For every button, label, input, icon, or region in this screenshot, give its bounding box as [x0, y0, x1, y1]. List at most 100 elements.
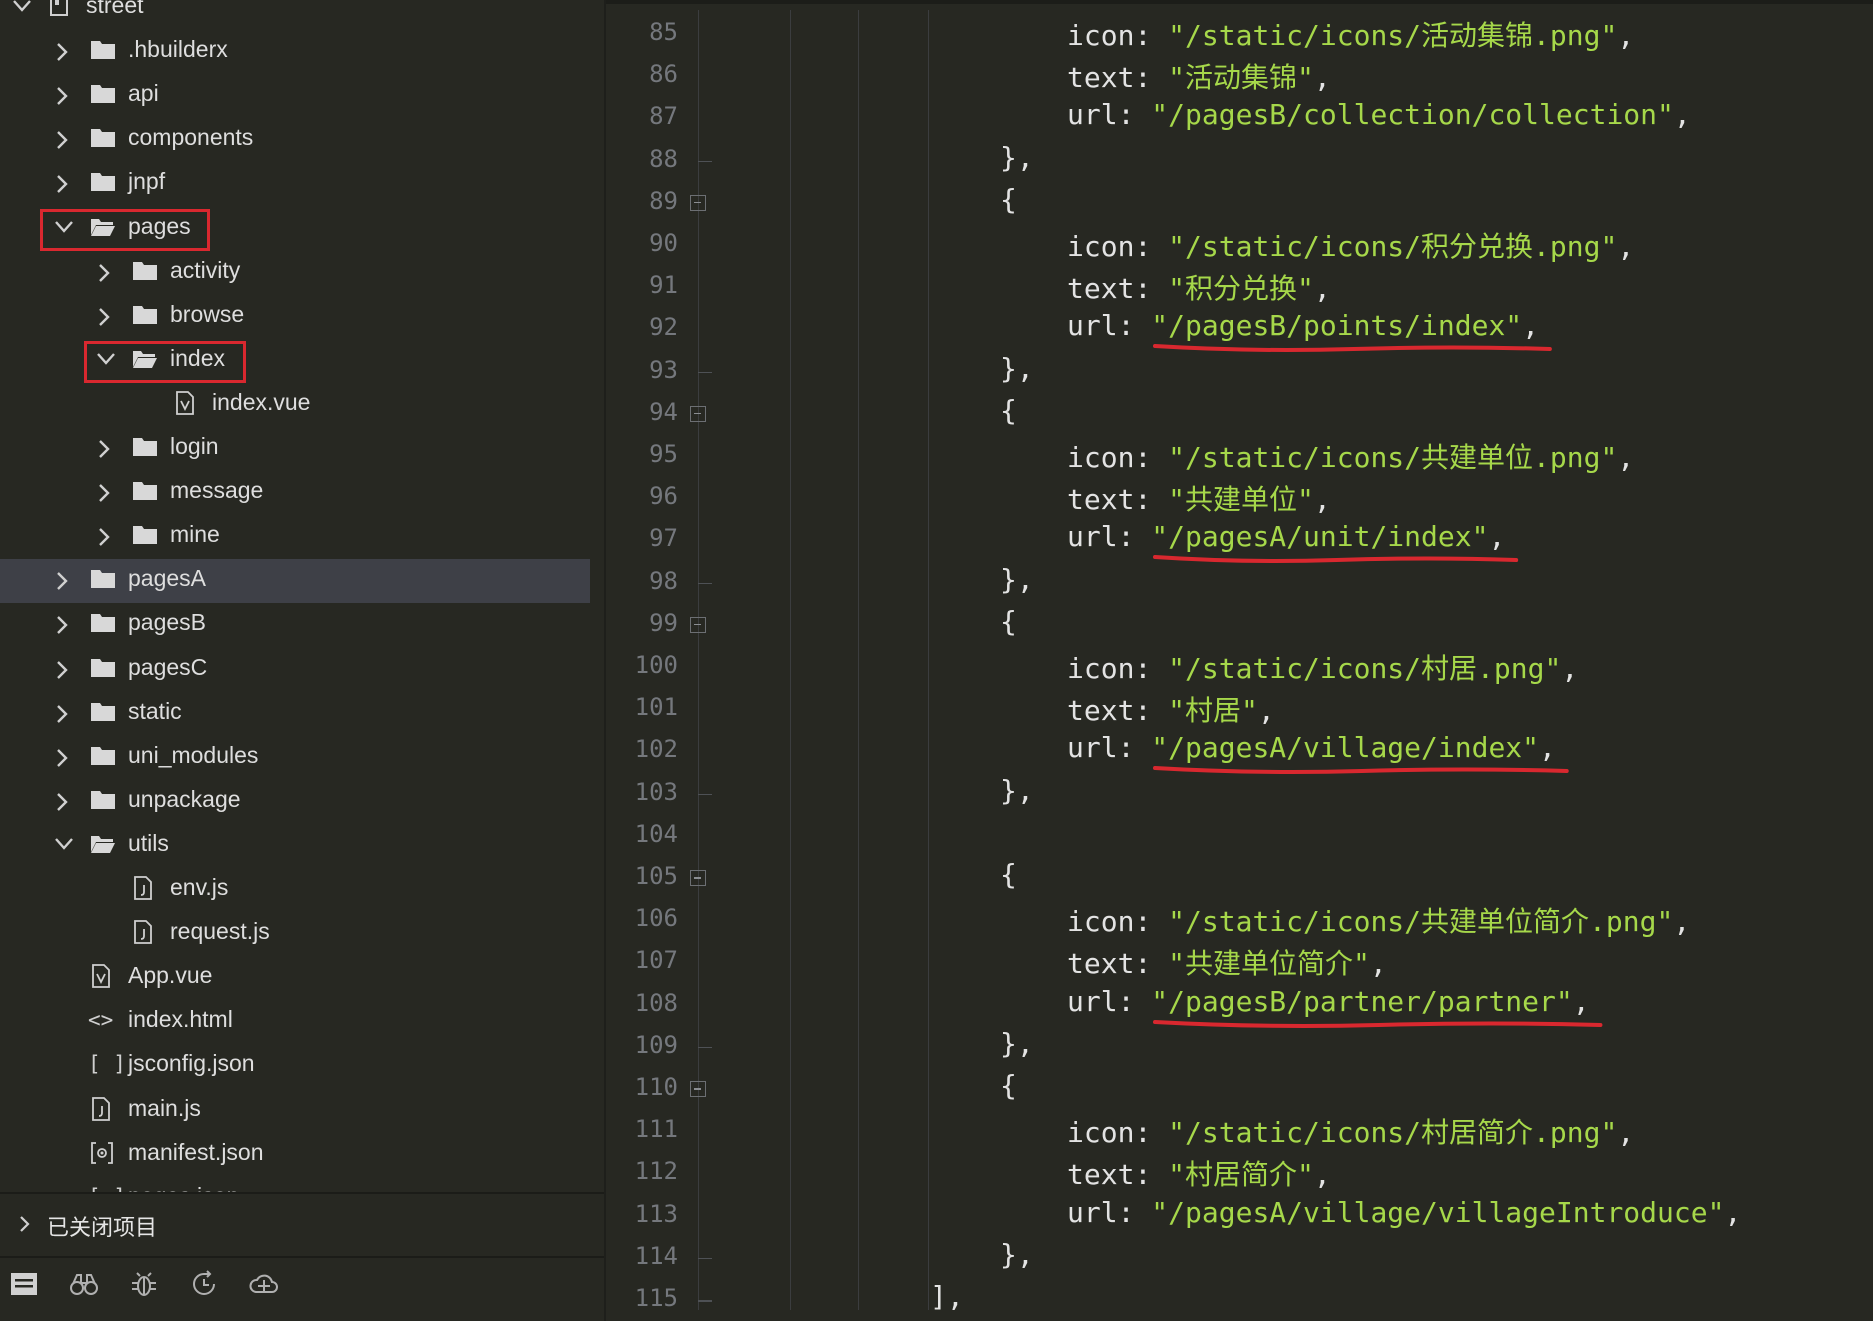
tree-item-label: static: [128, 697, 182, 724]
code-punct: ,: [1522, 309, 1540, 343]
chevron-right-icon[interactable]: [52, 162, 76, 206]
line-number: 115: [634, 1284, 678, 1312]
code-key: text: [1067, 947, 1135, 981]
tree-item-label: index.html: [128, 1006, 233, 1033]
code-colon: :: [1134, 1116, 1169, 1150]
code-colon: :: [1134, 230, 1169, 263]
chevron-right-icon[interactable]: [52, 780, 76, 824]
tree-item-label: components: [128, 124, 254, 151]
tree-item-utils[interactable]: utils: [0, 824, 590, 868]
chevron-right-icon[interactable]: [94, 295, 118, 339]
code-punct: ,: [1673, 98, 1691, 132]
tree-item-message[interactable]: message: [0, 471, 590, 515]
cloud-icon[interactable]: [248, 1270, 288, 1306]
chevron-right-icon[interactable]: [94, 427, 118, 471]
tree-item-pagesc[interactable]: pagesC: [0, 648, 590, 692]
tree-item-static[interactable]: static: [0, 692, 590, 736]
code-key: icon: [1067, 652, 1135, 685]
code-colon: :: [1117, 520, 1152, 554]
tree-item-label: main.js: [128, 1094, 201, 1121]
tree-item-login[interactable]: login: [0, 427, 590, 471]
code-string: "/static/icons/积分兑换.png": [1168, 230, 1618, 263]
tree-item-app-vue[interactable]: App.vue: [0, 956, 590, 1000]
tree-item-jnpf[interactable]: jnpf: [0, 162, 590, 206]
code-key: icon: [1067, 19, 1135, 52]
binoculars-icon[interactable]: [68, 1270, 108, 1306]
tree-item-env-js[interactable]: env.js: [0, 868, 590, 912]
tree-item-mine[interactable]: mine: [0, 515, 590, 559]
tree-item-pagesb[interactable]: pagesB: [0, 603, 590, 647]
line-number: 94: [649, 397, 678, 426]
chevron-right-icon[interactable]: [94, 251, 118, 295]
highlight-box-index: [84, 340, 246, 383]
fold-toggle-icon[interactable]: [690, 405, 706, 422]
line-number: 85: [649, 18, 678, 46]
bug-icon[interactable]: [128, 1270, 168, 1306]
red-underline: [1153, 555, 1519, 564]
code-line: text: "活动集锦",: [1067, 56, 1331, 96]
fold-toggle-icon[interactable]: [690, 194, 706, 211]
fold-toggle-icon[interactable]: [690, 1081, 706, 1097]
tree-item-browse[interactable]: browse: [0, 295, 590, 339]
js-file-icon: [132, 876, 158, 902]
chevron-right-icon[interactable]: [52, 603, 76, 647]
tree-item-hbuilderx[interactable]: .hbuilderx: [0, 30, 590, 74]
tree-item-activity[interactable]: activity: [0, 251, 590, 295]
fold-toggle-icon[interactable]: [690, 616, 706, 633]
chevron-right-icon[interactable]: [52, 648, 76, 692]
chevron-right-icon[interactable]: [94, 471, 118, 515]
code-key: text: [1067, 1158, 1135, 1192]
chevron-right-icon[interactable]: [52, 74, 76, 118]
project-explorer: street .hbuilderx api components jnpf pages ac…: [0, 0, 606, 1321]
code-punct: ,: [1313, 1158, 1331, 1192]
html-file-icon: <>: [88, 1008, 114, 1033]
code-punct: {: [1000, 1069, 1017, 1102]
code-line: text: "共建单位简介",: [1067, 942, 1387, 982]
tree-item-api[interactable]: api: [0, 74, 590, 118]
chevron-right-icon[interactable]: [52, 692, 76, 736]
tree-item-jsconfig-json[interactable]: [ ] jsconfig.json: [0, 1044, 590, 1088]
tree-item-request-js[interactable]: request.js: [0, 912, 590, 956]
indent-guide: [790, 10, 791, 1310]
tree-item-main-js[interactable]: main.js: [0, 1089, 590, 1133]
tree-item-pages-json[interactable]: [ ]pages.json: [0, 1177, 590, 1192]
line-number: 114: [634, 1241, 678, 1270]
code-string: "/static/icons/村居简介.png": [1168, 1116, 1618, 1150]
code-line: {: [1000, 1069, 1017, 1102]
folder-icon: [132, 303, 158, 329]
fold-end-marker: [698, 1046, 712, 1049]
closed-projects-bar[interactable]: 已关闭项目: [0, 1192, 604, 1258]
tree-item-unpackage[interactable]: unpackage: [0, 780, 590, 824]
tree-item-uni-modules[interactable]: uni_modules: [0, 736, 590, 780]
code-punct: },: [1000, 1026, 1034, 1060]
chevron-right-icon[interactable]: [52, 559, 76, 603]
code-string: "共建单位简介": [1168, 947, 1370, 981]
tree-item-index-vue[interactable]: index.vue: [0, 383, 590, 427]
tree-item-components[interactable]: components: [0, 118, 590, 162]
line-number: 96: [649, 482, 678, 511]
code-key: text: [1067, 272, 1135, 306]
code-punct: {: [1000, 393, 1017, 427]
history-icon[interactable]: [188, 1270, 228, 1306]
tree-item-index-html[interactable]: <> index.html: [0, 1000, 590, 1044]
code-punct: ,: [1313, 483, 1331, 517]
chevron-right-icon[interactable]: [94, 515, 118, 559]
fold-toggle-icon[interactable]: [690, 870, 706, 886]
chevron-down-icon[interactable]: [10, 0, 34, 30]
folder-icon: [132, 259, 158, 285]
project-icon[interactable]: [8, 1270, 48, 1306]
tree-item-pagesa[interactable]: pagesA: [0, 559, 590, 604]
chevron-right-icon[interactable]: [52, 118, 76, 162]
line-number: 90: [649, 229, 678, 257]
code-line: {: [1000, 858, 1017, 891]
code-colon: :: [1134, 947, 1169, 981]
json-file-icon: [ ]: [88, 1185, 126, 1192]
tree-item-street[interactable]: street: [0, 0, 590, 30]
tree-item-manifest-json[interactable]: manifest.json: [0, 1133, 590, 1177]
code-line: icon: "/static/icons/共建单位.png",: [1067, 436, 1634, 476]
chevron-down-icon[interactable]: [52, 824, 76, 868]
chevron-right-icon[interactable]: [52, 736, 76, 780]
chevron-right-icon[interactable]: [52, 30, 76, 74]
code-colon: :: [1134, 483, 1169, 517]
tree-item-label: jnpf: [128, 168, 166, 195]
